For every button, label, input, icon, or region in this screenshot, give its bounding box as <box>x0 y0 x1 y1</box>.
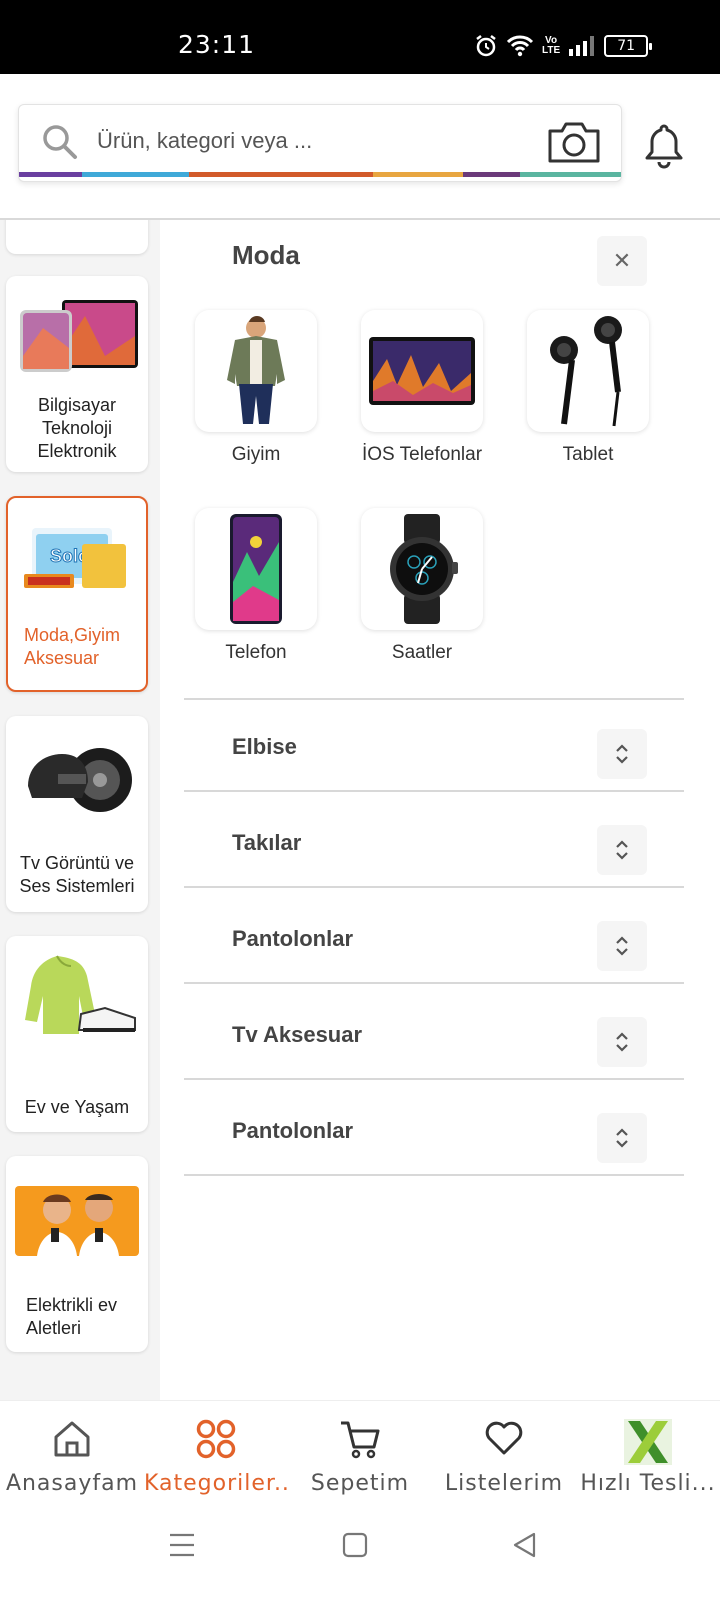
heart-icon <box>485 1421 523 1455</box>
jacket-shoes-image <box>13 946 141 1046</box>
watch-image <box>361 508 483 630</box>
tile-label: İOS Telefonlar <box>361 444 483 465</box>
sidebar-item-moda[interactable]: Solo Moda,Giyim Aksesuar <box>6 496 148 692</box>
subcategory-tile-ios-telefonlar[interactable]: İOS Telefonlar <box>342 310 502 466</box>
divider <box>184 790 684 792</box>
accordion-title: Takılar <box>232 830 302 855</box>
camera-icon[interactable] <box>545 119 603 165</box>
chevron-up-down-icon <box>616 840 628 860</box>
nav-kategoriler[interactable]: Kategoriler... <box>144 1401 288 1511</box>
alarm-icon <box>476 35 496 57</box>
category-sidebar[interactable]: Bilgisayar Teknoloji Elektronik Solo Mod… <box>0 220 160 1400</box>
expand-button[interactable] <box>597 825 647 875</box>
accordion-title: Tv Aksesuar <box>232 1022 363 1047</box>
chevron-up-down-icon <box>616 1032 628 1052</box>
nav-anasayfam[interactable]: Anasayfam <box>0 1401 144 1511</box>
divider <box>184 1174 684 1176</box>
chevron-up-down-icon <box>616 1128 628 1148</box>
divider <box>184 886 684 888</box>
tile-label: Saatler <box>391 642 453 663</box>
home-icon <box>54 1421 90 1457</box>
nav-label: Sepetim <box>310 1471 410 1496</box>
tablet-image <box>361 310 483 432</box>
sidebar-item-elektrikli[interactable]: Elektrikli ev Aletleri <box>6 1156 148 1352</box>
sidebar-item-bilgisayar[interactable]: Bilgisayar Teknoloji Elektronik <box>6 276 148 472</box>
expand-button[interactable] <box>597 1113 647 1163</box>
expand-button[interactable] <box>597 921 647 971</box>
subcategory-tile-telefon[interactable]: Telefon <box>176 508 336 664</box>
menu-icon[interactable] <box>168 1532 196 1558</box>
wifi-icon <box>506 35 534 57</box>
divider <box>184 698 684 700</box>
tissue-pack-image: Solo <box>13 508 141 608</box>
status-bar: 23:11 Vo LTE 71 <box>0 0 720 74</box>
sidebar-item-partial[interactable] <box>6 220 148 254</box>
clock: 23:11 <box>178 30 256 59</box>
brand-color-bar <box>19 172 621 177</box>
bell-icon[interactable] <box>644 122 684 170</box>
volte-indicator: Vo LTE <box>542 35 561 56</box>
nav-label: Anasayfam <box>5 1471 139 1496</box>
expand-button[interactable] <box>597 1017 647 1067</box>
nav-label: Hızlı Tesli... <box>580 1471 716 1496</box>
battery-icon: 71 <box>604 35 653 57</box>
nav-sepetim[interactable]: Sepetim <box>288 1401 432 1511</box>
divider <box>184 1078 684 1080</box>
helmet-tire-image <box>13 726 141 826</box>
sidebar-item-label: Tv Görüntü ve Ses Sistemleri <box>19 853 135 896</box>
home-square-icon[interactable] <box>342 1532 368 1558</box>
panel-title: Moda <box>232 240 300 270</box>
man-jacket-image <box>195 310 317 432</box>
tablet-phone-image <box>13 286 141 386</box>
accordion-title: Pantolonlar <box>232 926 354 951</box>
sidebar-item-tv[interactable]: Tv Görüntü ve Ses Sistemleri <box>6 716 148 912</box>
close-button[interactable]: ✕ <box>597 236 647 286</box>
earphones-image <box>527 310 649 432</box>
subcategory-tile-giyim[interactable]: Giyim <box>176 310 336 466</box>
chevron-up-down-icon <box>616 936 628 956</box>
back-icon[interactable] <box>512 1532 538 1558</box>
sidebar-item-label: Bilgisayar Teknoloji Elektronik <box>37 395 117 461</box>
categories-icon <box>196 1419 236 1459</box>
nav-label: Kategoriler... <box>144 1471 288 1496</box>
x-logo-icon <box>624 1419 672 1465</box>
expand-button[interactable] <box>597 729 647 779</box>
sidebar-item-label: Moda,Giyim Aksesuar <box>24 625 121 668</box>
subcategory-tile-saatler[interactable]: Saatler <box>342 508 502 664</box>
system-navigation-bar <box>0 1510 720 1600</box>
cart-icon <box>341 1421 380 1459</box>
tile-label: Telefon <box>225 642 287 663</box>
close-icon: ✕ <box>612 248 632 273</box>
nav-hizli-teslimat[interactable]: Hızlı Tesli... <box>576 1401 720 1511</box>
sidebar-item-ev[interactable]: Ev ve Yaşam <box>6 936 148 1132</box>
search-input[interactable] <box>97 123 517 159</box>
subcategory-tile-tablet[interactable]: Tablet <box>508 310 668 466</box>
divider <box>184 982 684 984</box>
search-icon <box>43 125 77 159</box>
people-phones-image <box>13 1166 141 1266</box>
signal-icon <box>569 36 595 56</box>
sidebar-item-label: Ev ve Yaşam <box>24 1097 130 1117</box>
accordion-title: Pantolonlar <box>232 1118 354 1143</box>
accordion-title: Elbise <box>232 734 297 759</box>
bottom-navigation: Anasayfam Kategoriler... Sepetim Listele… <box>0 1400 720 1510</box>
sidebar-item-label: Elektrikli ev Aletleri <box>26 1295 118 1338</box>
phone-image <box>195 508 317 630</box>
tile-label: Giyim <box>231 444 281 465</box>
nav-listelerim[interactable]: Listelerim <box>432 1401 576 1511</box>
nav-label: Listelerim <box>444 1471 564 1496</box>
search-bar[interactable] <box>18 104 622 182</box>
tile-label: Tablet <box>562 444 614 465</box>
chevron-up-down-icon <box>616 744 628 764</box>
